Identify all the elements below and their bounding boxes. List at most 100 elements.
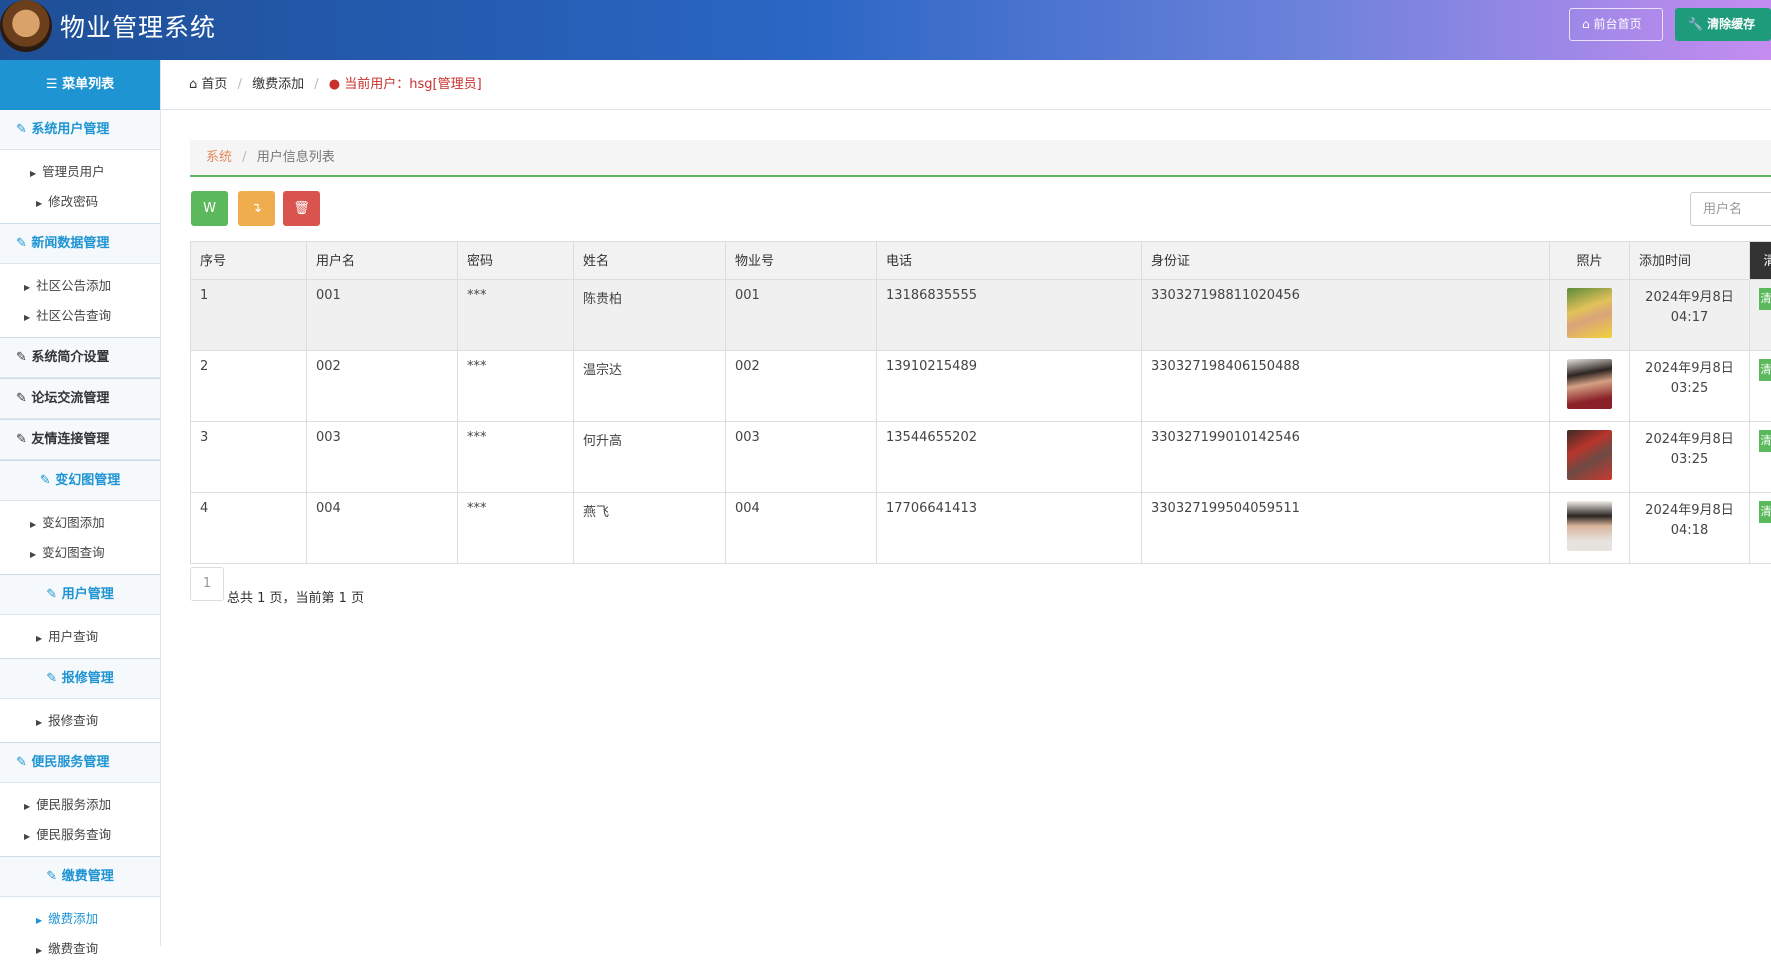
menu-group-label: 缴费管理 [62,869,114,884]
column-header: 添加时间 [1630,242,1750,280]
caret-right-icon: ▶ [24,313,30,322]
cell-operation: 清 [1750,351,1771,422]
pagination-info: 总共 1 页，当前第 1 页 [227,587,364,606]
menu-group-title[interactable]: ✎ 用户管理 [0,575,160,615]
added-time: 04:17 [1639,308,1740,328]
edit-icon: ✎ [46,671,61,686]
panel-crumb-page: 用户信息列表 [257,150,335,165]
edit-icon: ✎ [16,350,31,365]
cell-name: 温宗达 [574,351,726,422]
cell-operation: 清 [1750,493,1771,564]
sidebar-item-label: 修改密码 [48,194,98,209]
cell-property-no: 003 [726,422,877,493]
user-photo[interactable] [1567,288,1612,338]
sidebar-item-service-query[interactable]: ▶便民服务查询 [24,820,160,850]
edit-icon: ✎ [16,122,31,137]
menu-group-title[interactable]: ✎ 变幻图管理 [0,461,160,501]
sidebar-item-admin-users[interactable]: ▶管理员用户 [30,157,160,187]
user-table: 序号 用户名 密码 姓名 物业号 电话 身份证 照片 添加时间 清 1 001 … [190,241,1771,564]
menu-group-title[interactable]: ✎ 系统简介设置 [0,338,160,378]
caret-right-icon: ▶ [36,634,42,643]
panel-breadcrumb: 系统 / 用户信息列表 [190,140,1771,177]
sidebar-item-label: 变幻图查询 [42,545,105,560]
cell-id-card: 330327199504059511 [1142,493,1550,564]
export-button[interactable]: ↴ [238,191,275,226]
user-photo[interactable] [1567,501,1612,551]
row-action-button[interactable]: 清 [1759,501,1771,523]
list-icon: ☰ [46,77,58,92]
menu-group-label: 系统用户管理 [31,122,109,137]
table-row[interactable]: 3 003 *** 何升高 003 13544655202 3303271990… [191,422,1771,493]
menu-group-label: 便民服务管理 [31,755,109,770]
caret-right-icon: ▶ [36,946,42,955]
page-number-button[interactable]: 1 [190,567,224,601]
panel-crumb-system[interactable]: 系统 [206,150,232,165]
clear-cache-button[interactable]: 🔧 清除缓存 [1675,8,1771,41]
sidebar-item-payment-add[interactable]: ▶缴费添加 [36,904,160,934]
menu-group-label: 报修管理 [62,671,114,686]
cell-photo [1550,422,1630,493]
sidebar-item-carousel-query[interactable]: ▶ 变幻图查询 [30,538,160,568]
table-row[interactable]: 1 001 *** 陈贵柏 001 13186835555 3303271988… [191,280,1771,351]
menu-group-label: 用户管理 [62,587,114,602]
current-user: 当前用户：hsg[管理员] [344,77,481,92]
table-header-row: 序号 用户名 密码 姓名 物业号 电话 身份证 照片 添加时间 清 [191,242,1771,280]
menu-group-title[interactable]: ✎ 新闻数据管理 [0,224,160,264]
sidebar-item-notice-query[interactable]: ▶ 社区公告查询 [24,301,160,331]
cell-id-card: 330327199010142546 [1142,422,1550,493]
menu-group-title[interactable]: ✎ 缴费管理 [0,857,160,897]
wrench-icon: 🔧 [1688,17,1703,31]
user-photo[interactable] [1567,430,1612,480]
sidebar-item-label: 社区公告查询 [36,308,111,323]
cell-password: *** [458,280,574,351]
table-row[interactable]: 2 002 *** 温宗达 002 13910215489 3303271984… [191,351,1771,422]
menu-group-title[interactable]: ✎ 系统用户管理 [0,110,160,150]
menu-group-payment: ✎ 缴费管理 ▶缴费添加 ▶ 缴费查询 [0,857,160,970]
edit-icon: ✎ [40,473,55,488]
export-word-button[interactable]: W [191,191,228,226]
menu-group-title[interactable]: ✎ 论坛交流管理 [0,379,160,419]
sidebar-item-label: 缴费查询 [48,941,98,956]
menu-group-title[interactable]: ✎ 报修管理 [0,659,160,699]
caret-right-icon: ▶ [30,520,36,529]
row-action-button[interactable]: 清 [1759,288,1771,310]
cell-no: 1 [191,280,307,351]
breadcrumb-home[interactable]: 首页 [201,77,227,92]
cell-added-time: 2024年9月8日04:17 [1630,280,1750,351]
menu-group-repair: ✎ 报修管理 ▶报修查询 [0,659,160,743]
sidebar-item-notice-add[interactable]: ▶社区公告添加 [24,271,160,301]
sidebar-item-service-add[interactable]: ▶便民服务添加 [24,790,160,820]
sidebar-item-payment-query[interactable]: ▶ 缴费查询 [36,934,160,964]
row-action-button[interactable]: 清 [1759,430,1771,452]
cell-username: 003 [307,422,458,493]
front-home-button[interactable]: ⌂ 前台首页 [1569,8,1663,41]
cell-id-card: 330327198811020456 [1142,280,1550,351]
menu-group-news: ✎ 新闻数据管理 ▶社区公告添加 ▶ 社区公告查询 [0,224,160,338]
menu-group-title[interactable]: ✎ 友情连接管理 [0,420,160,460]
sidebar: ☰ 菜单列表 ✎ 系统用户管理 ▶管理员用户 ▶修改密码 ✎ 新闻数据管理 ▶社… [0,60,161,946]
sidebar-item-carousel-add[interactable]: ▶变幻图添加 [30,508,160,538]
word-icon: W [203,201,216,216]
added-date: 2024年9月8日 [1639,288,1740,308]
cell-username: 001 [307,280,458,351]
row-action-button[interactable]: 清 [1759,359,1771,381]
cell-username: 004 [307,493,458,564]
sidebar-item-user-query[interactable]: ▶用户查询 [36,622,160,652]
user-photo[interactable] [1567,359,1612,409]
cell-username: 002 [307,351,458,422]
menu-group-title[interactable]: ✎ 便民服务管理 [0,743,160,783]
caret-right-icon: ▶ [30,169,36,178]
added-time: 03:25 [1639,379,1740,399]
sidebar-item-label: 便民服务查询 [36,827,111,842]
sidebar-item-change-password[interactable]: ▶修改密码 [30,187,160,217]
caret-right-icon: ▶ [30,550,36,559]
search-input[interactable] [1690,192,1771,226]
menu-group-label: 友情连接管理 [31,432,109,447]
delete-button[interactable]: 🗑 [283,191,320,226]
front-home-label: 前台首页 [1593,17,1641,31]
column-header: 电话 [877,242,1142,280]
sidebar-item-repair-query[interactable]: ▶报修查询 [36,706,160,736]
table-row[interactable]: 4 004 *** 燕飞 004 17706641413 33032719950… [191,493,1771,564]
cell-property-no: 002 [726,351,877,422]
menu-group-users: ✎ 用户管理 ▶用户查询 [0,575,160,659]
